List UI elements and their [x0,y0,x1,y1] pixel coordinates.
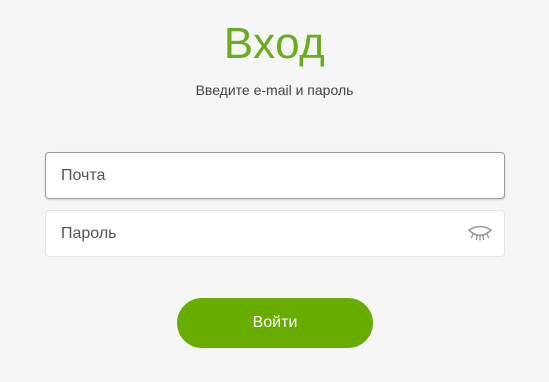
login-page: Вход Введите e-mail и пароль Войти [0,0,549,382]
page-subtitle: Введите e-mail и пароль [195,82,354,98]
password-input[interactable] [46,211,504,256]
eye-closed-icon[interactable] [466,225,494,243]
login-button[interactable]: Войти [177,298,373,348]
page-title: Вход [223,19,326,68]
email-input[interactable] [46,153,504,198]
email-field [45,152,505,199]
password-field [45,210,505,257]
